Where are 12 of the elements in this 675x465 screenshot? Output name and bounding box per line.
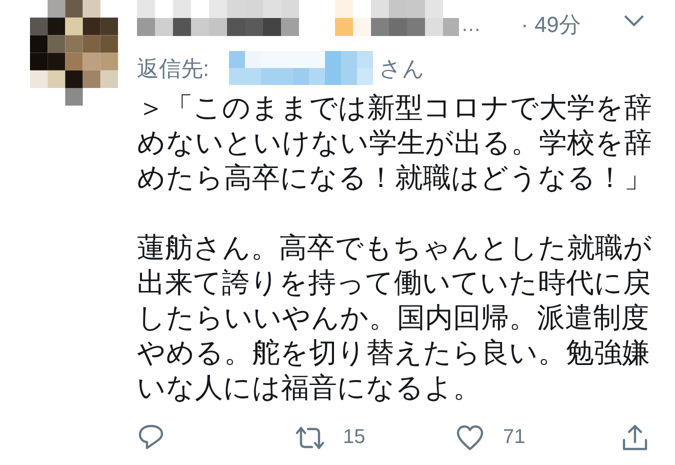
tweet-paragraph: ＞「このままでは新型コロナで大学を辞 めないといけない学生が出る。学校を辞 めたら高卒になる！就職はどうなる！」	[137, 91, 652, 195]
tweet-time: · 49分	[521, 11, 581, 39]
like-count: 71	[503, 425, 526, 450]
share-icon[interactable]	[620, 422, 650, 452]
retweet-count: 15	[343, 425, 366, 450]
name-ellipsis: …	[461, 13, 481, 38]
chevron-down-icon[interactable]	[622, 14, 645, 27]
heart-icon[interactable]	[455, 422, 485, 452]
reply-to-label: 返信先:	[137, 54, 210, 82]
tweet-paragraph: 蓮舫さん。高卒でもちゃんとした就職が 出来て誇りを持って働いていた時代に戻 したらいいやんか。国内回帰。派遣制度 やめる。舵を切り替えたら良い。勉強嫌 いな人には福音になるよ。	[137, 231, 652, 405]
reply-to-suffix: さん	[379, 54, 426, 82]
blurred-handle[interactable]	[229, 51, 376, 85]
